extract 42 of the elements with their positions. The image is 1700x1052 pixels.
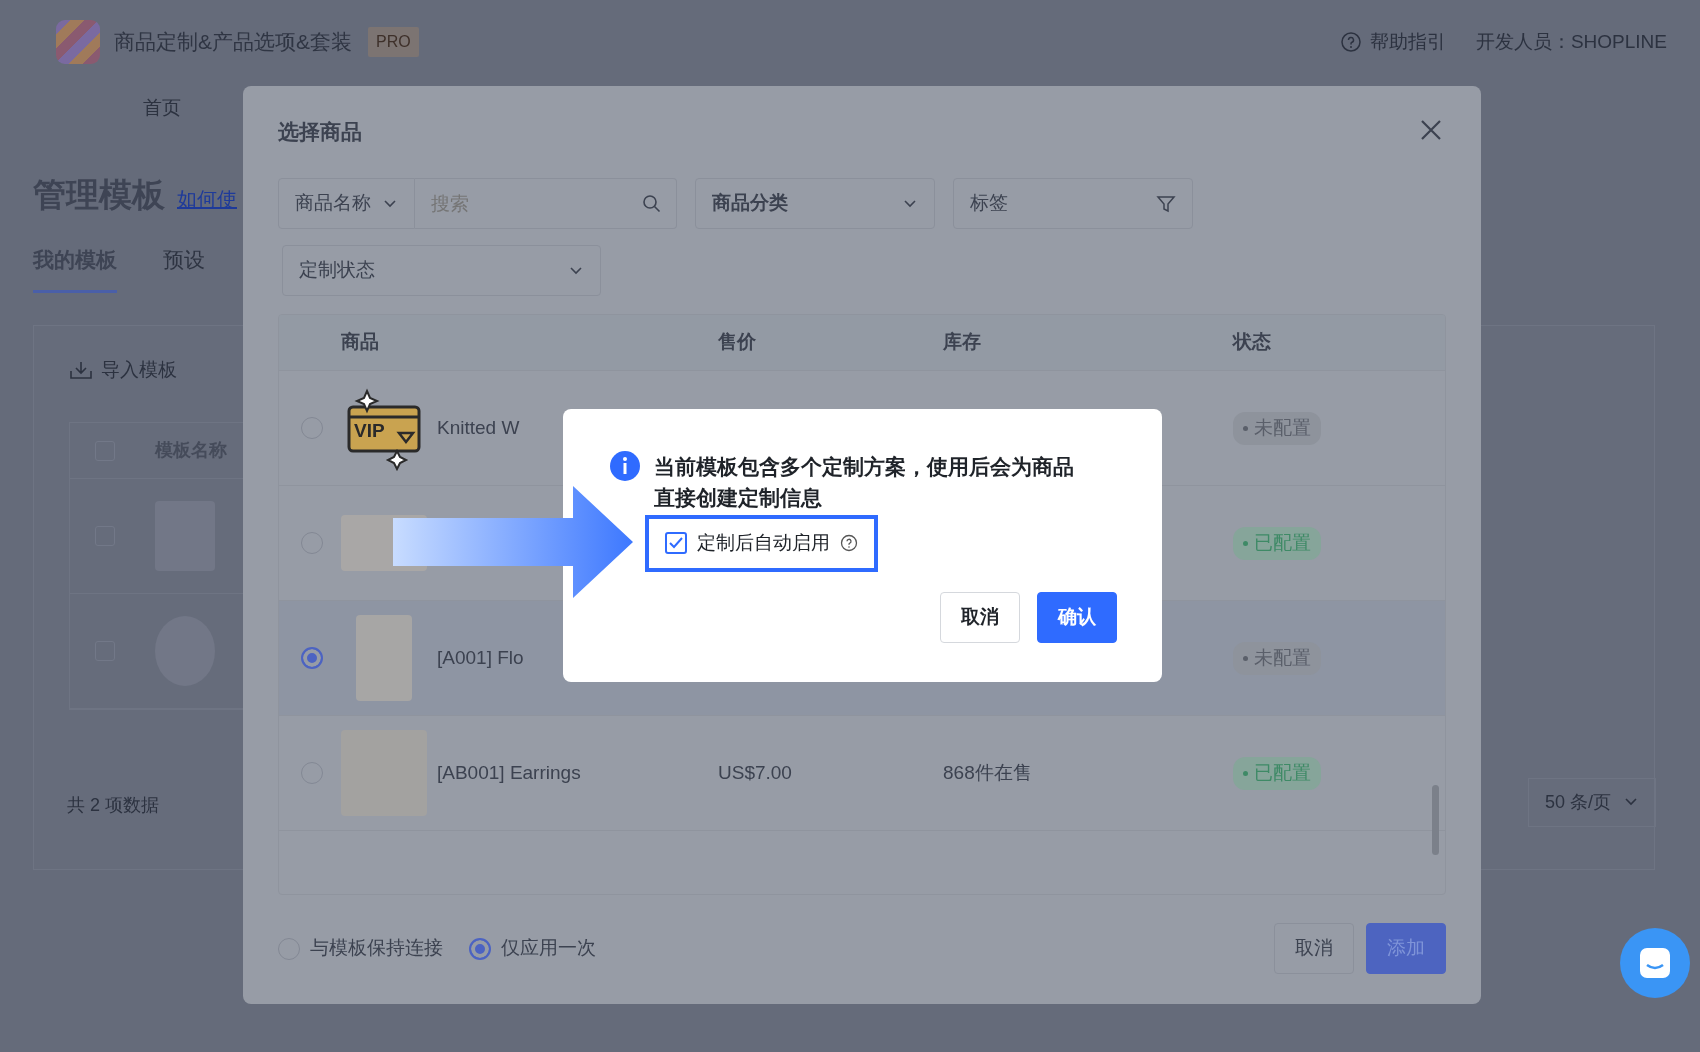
import-button[interactable]: 导入模板 [69,355,177,385]
scrollbar-thumb[interactable] [1432,785,1439,855]
field-type-select[interactable]: 商品名称 [278,178,415,229]
help-icon [840,534,858,553]
help-link[interactable]: 帮助指引 [1339,27,1446,57]
product-name: Knitted W [437,415,520,440]
check-icon [669,537,683,550]
info-icon [610,451,640,481]
plan-badge: PRO [368,27,419,57]
filter-icon [1156,193,1176,214]
status-select[interactable]: 定制状态 [282,245,601,296]
search-icon [642,194,661,213]
status-tag: 已配置 [1233,527,1321,560]
total-count: 共 2 项数据 [67,793,159,817]
column-header: 售价 [718,330,757,355]
app-logo [56,20,100,64]
auto-enable-checkbox[interactable]: 定制后自动启用 [645,515,878,572]
cancel-button[interactable]: 取消 [940,591,1020,643]
radio-button[interactable] [301,647,323,669]
status-tag: 已配置 [1233,757,1321,790]
product-name: [AB001] Earrings [437,760,581,785]
tab[interactable]: 预设 [163,244,205,293]
help-link[interactable]: 如何使 [177,183,237,214]
page-size-select[interactable]: 50 条/页 [1527,777,1656,827]
radio-option[interactable]: 与模板保持连接 [278,934,443,963]
confirm-message: 当前模板包含多个定制方案，使用后会为商品直接创建定制信息 [654,454,1075,511]
column-header: 库存 [943,330,982,355]
stock-cell-text: 868件在售 [943,760,1033,785]
chat-icon [1637,945,1673,981]
cancel-button[interactable]: 取消 [1274,923,1354,974]
modal-title: 选择商品 [278,119,362,146]
column-header: 状态 [1233,330,1272,355]
product-name: [A001] Flo [437,645,524,670]
category-select[interactable]: 商品分类 [695,178,935,229]
help-icon [1339,31,1362,53]
developer-label: 开发人员：SHOPLINE [1475,29,1667,54]
tag-filter[interactable]: 标签 [953,178,1193,229]
column-header: 商品 [341,330,380,355]
radio-option[interactable]: 仅应用一次 [469,934,596,963]
confirm-button[interactable]: 确认 [1037,591,1117,643]
price-cell-text: US$7.00 [718,760,793,785]
nav-link[interactable]: 首页 [143,97,181,118]
